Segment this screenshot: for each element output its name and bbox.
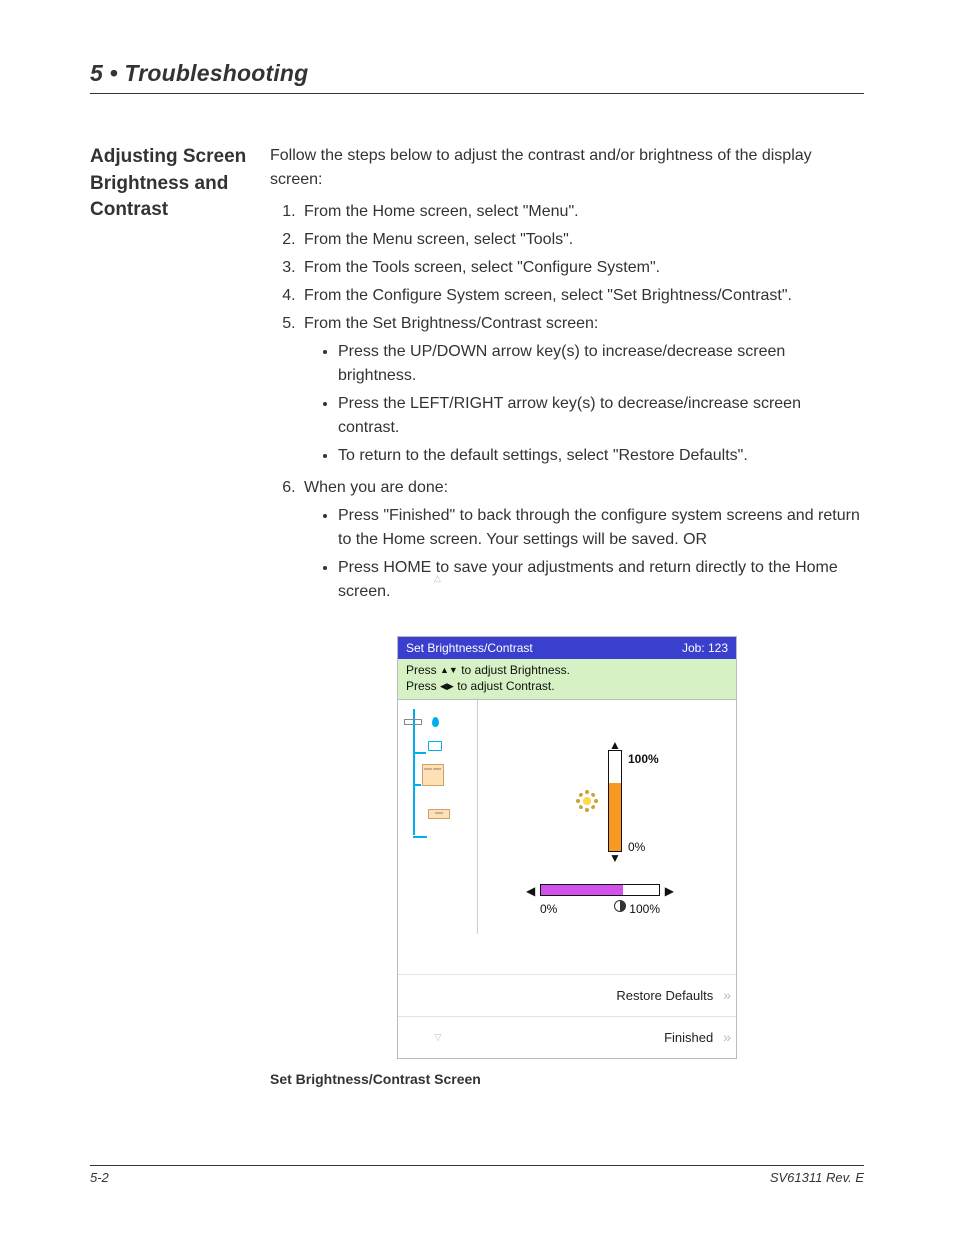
device-screenshot: Set Brightness/Contrast Job: 123 Press ▲… bbox=[397, 636, 737, 1059]
instr-2b: to adjust Contrast. bbox=[457, 679, 554, 693]
scroll-up-icon: △ bbox=[398, 572, 477, 586]
step-5-sublist: Press the UP/DOWN arrow key(s) to increa… bbox=[304, 338, 864, 470]
step-6: When you are done: Press "Finished" to b… bbox=[300, 474, 864, 610]
step-3: From the Tools screen, select "Configure… bbox=[300, 254, 864, 282]
envelope-icon: xxxx xxxx bbox=[422, 764, 444, 786]
step-5-sub-2: Press the LEFT/RIGHT arrow key(s) to dec… bbox=[338, 390, 864, 442]
sheet-icon bbox=[404, 719, 422, 725]
step-5-text: From the Set Brightness/Contrast screen: bbox=[304, 315, 598, 332]
step-6-sublist: Press "Finished" to back through the con… bbox=[304, 502, 864, 606]
step-5-sub-1: Press the UP/DOWN arrow key(s) to increa… bbox=[338, 338, 864, 390]
insert-icon: xxxx bbox=[428, 809, 450, 819]
device-body: △ xxxx xxxx xxxx bbox=[398, 700, 736, 894]
brightness-max-label: 100% bbox=[628, 750, 659, 768]
page-number: 5-2 bbox=[90, 1170, 109, 1185]
step-6-text: When you are done: bbox=[304, 479, 448, 496]
device-job-label: Job: 123 bbox=[682, 639, 728, 657]
drop-icon bbox=[432, 717, 439, 727]
steps-list: From the Home screen, select "Menu". Fro… bbox=[270, 198, 864, 610]
brightness-slider[interactable]: ▲ ▼ 100% 0% bbox=[608, 750, 622, 852]
step-6-sub-1: Press "Finished" to back through the con… bbox=[338, 502, 864, 554]
up-down-arrows-icon: ▲▼ bbox=[440, 665, 458, 675]
section-heading: Adjusting Screen Brightness and Contrast bbox=[90, 144, 270, 224]
step-5-sub-3: To return to the default settings, selec… bbox=[338, 442, 864, 470]
sun-icon bbox=[580, 794, 594, 808]
step-5: From the Set Brightness/Contrast screen:… bbox=[300, 310, 864, 474]
device-mail-path-panel: △ xxxx xxxx xxxx bbox=[398, 700, 478, 894]
figure-caption: Set Brightness/Contrast Screen bbox=[270, 1069, 610, 1090]
device-instructions: Press ▲▼ to adjust Brightness. Press ◀▶ … bbox=[398, 659, 736, 700]
folder-icon bbox=[428, 741, 442, 751]
step-1: From the Home screen, select "Menu". bbox=[300, 198, 864, 226]
finished-button[interactable]: ▽ Finished » bbox=[398, 1016, 736, 1058]
restore-defaults-button[interactable]: Restore Defaults » bbox=[398, 974, 736, 1016]
instr-1b: to adjust Brightness. bbox=[461, 663, 570, 677]
page-footer: 5-2 SV61311 Rev. E bbox=[90, 1165, 864, 1185]
chapter-title: 5 • Troubleshooting bbox=[90, 60, 864, 94]
left-right-arrows-icon: ◀▶ bbox=[440, 681, 454, 691]
instr-2a: Press bbox=[406, 679, 440, 693]
scroll-down-icon: ▽ bbox=[398, 1031, 478, 1045]
device-title: Set Brightness/Contrast bbox=[406, 639, 533, 657]
chevrons-right-icon: » bbox=[723, 985, 728, 1006]
chevrons-right-icon: » bbox=[723, 1027, 728, 1048]
document-revision: SV61311 Rev. E bbox=[770, 1170, 864, 1185]
restore-defaults-label: Restore Defaults bbox=[616, 986, 713, 1006]
device-controls-panel: ▲ ▼ 100% 0% ◀ ▶ 0% bbox=[478, 700, 736, 894]
intro-text: Follow the steps below to adjust the con… bbox=[270, 144, 864, 192]
arrow-down-icon: ▼ bbox=[609, 849, 621, 867]
brightness-min-label: 0% bbox=[628, 838, 645, 856]
finished-label: Finished bbox=[664, 1028, 713, 1048]
step-2: From the Menu screen, select "Tools". bbox=[300, 226, 864, 254]
step-4: From the Configure System screen, select… bbox=[300, 282, 864, 310]
device-header: Set Brightness/Contrast Job: 123 bbox=[398, 637, 736, 659]
instr-1a: Press bbox=[406, 663, 440, 677]
